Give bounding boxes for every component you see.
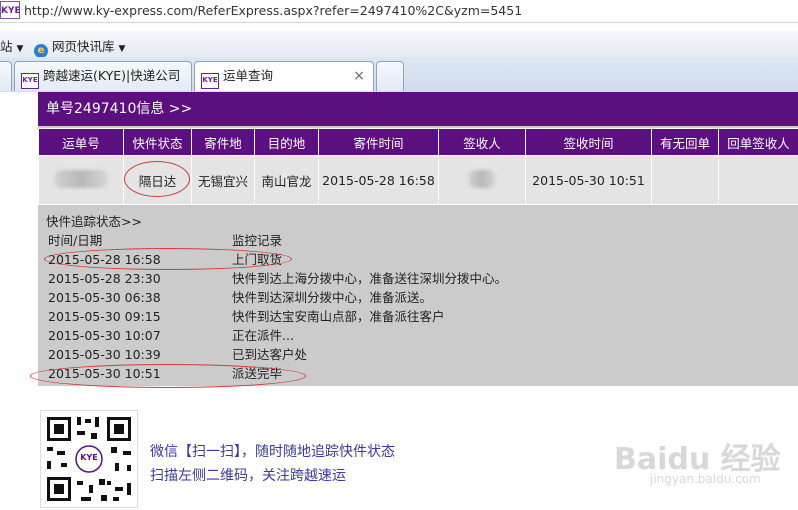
blurred-waybill-no [55, 170, 107, 188]
tab-bar: KYE 跨越速运(KYE)|快递公司 KYE 运单查询 × [0, 57, 798, 93]
event-time: 2015-05-30 10:07 [48, 326, 228, 345]
col-header: 回单签收人 [719, 129, 798, 156]
chevron-down-icon: ▼ [119, 44, 126, 54]
tracking-event-row: 2015-05-28 23:30 快件到达上海分拨中心，准备送往深圳分拨中心。 [46, 269, 546, 288]
chevron-down-icon: ▼ [17, 44, 24, 54]
kye-logo-icon: KYE [21, 73, 39, 89]
annotation-ellipse-pickup [44, 248, 292, 270]
tracking-header-row: 时间/日期 监控记录 [46, 231, 446, 250]
receipt-signer-cell [719, 156, 798, 205]
destination-cell: 南山官龙 [255, 156, 319, 205]
qr-code: KYE [40, 410, 138, 508]
col-header: 签收时间 [526, 129, 652, 156]
page-content: 单号2497410信息 >> 运单号 快件状态 寄件地 目的地 寄件时间 签收人… [0, 92, 798, 509]
kye-logo-icon: KYE [201, 73, 219, 89]
site-favicon-icon: KYE [0, 1, 20, 19]
web-slice-gallery-label: 网页快讯库 [52, 39, 115, 54]
tracking-title: 快件追踪状态>> [46, 212, 142, 231]
signer-cell [439, 156, 526, 205]
waybill-header: 单号2497410信息 >> [38, 92, 798, 126]
tracking-col-time: 时间/日期 [48, 231, 228, 250]
tracking-col-record: 监控记录 [232, 231, 282, 250]
waybill-header-text: 单号2497410信息 >> [46, 101, 192, 117]
annotation-ellipse-delivered [30, 364, 306, 388]
tracking-event-row: 2015-05-30 09:15 快件到达宝安南山点部，准备派往客户 [46, 307, 546, 326]
favorites-left-label: 站 [0, 39, 13, 54]
col-header: 快件状态 [124, 129, 192, 156]
close-icon[interactable]: × [353, 62, 365, 90]
favorites-bar: 站 ▼ e 网页快讯库 ▼ [0, 31, 798, 58]
col-header: 签收人 [439, 129, 526, 156]
favorites-left-item[interactable]: 站 ▼ [0, 36, 23, 55]
event-time: 2015-05-30 09:15 [48, 307, 228, 326]
col-header: 寄件时间 [319, 129, 439, 156]
event-desc: 快件到达宝安南山点部，准备派往客户 [232, 307, 445, 326]
waybill-no-cell [39, 156, 124, 205]
web-slice-gallery-item[interactable]: e 网页快讯库 ▼ [34, 36, 125, 58]
event-desc: 正在派件... [232, 326, 294, 345]
tab-kye-home[interactable]: KYE 跨越速运(KYE)|快递公司 [14, 61, 192, 91]
wechat-line-1: 微信【扫一扫】，随时随地追踪快件状态 [150, 440, 395, 464]
tab-label: 跨越速运(KYE)|快递公司 [43, 68, 180, 83]
col-header: 运单号 [39, 129, 124, 156]
tab-waybill-query[interactable]: KYE 运单查询 × [194, 61, 374, 91]
event-desc: 快件到达上海分拨中心，准备送往深圳分拨中心。 [232, 269, 507, 288]
origin-cell: 无锡宜兴 [192, 156, 255, 205]
tab-label: 运单查询 [223, 68, 273, 83]
col-header: 目的地 [255, 129, 319, 156]
wechat-line-2: 扫描左侧二维码，关注跨越速运 [150, 464, 395, 488]
event-time: 2015-05-28 23:30 [48, 269, 228, 288]
sign-time-cell: 2015-05-30 10:51 [526, 156, 652, 205]
watermark-url: jingyan.baidu.com [650, 472, 761, 486]
blurred-signer [469, 170, 495, 188]
qr-logo: KYE [77, 453, 101, 462]
address-bar[interactable]: KYE http://www.ky-express.com/ReferExpre… [0, 0, 798, 23]
col-header: 寄件地 [192, 129, 255, 156]
table-header-row: 运单号 快件状态 寄件地 目的地 寄件时间 签收人 签收时间 有无回单 回单签收… [39, 129, 798, 156]
tracking-event-row: 2015-05-30 10:07 正在派件... [46, 326, 546, 345]
tab-hidden-left[interactable] [0, 61, 12, 91]
tracking-event-row: 2015-05-30 06:38 快件到达深圳分拨中心，准备派送。 [46, 288, 546, 307]
wechat-promo: 微信【扫一扫】，随时随地追踪快件状态 扫描左侧二维码，关注跨越速运 [150, 440, 395, 488]
col-header: 有无回单 [652, 129, 719, 156]
receipt-cell [652, 156, 719, 205]
send-time-cell: 2015-05-28 16:58 [319, 156, 439, 205]
ie-icon: e [34, 44, 48, 58]
event-time: 2015-05-30 06:38 [48, 288, 228, 307]
url-text[interactable]: http://www.ky-express.com/ReferExpress.a… [24, 3, 522, 18]
event-time: 2015-05-30 10:39 [48, 345, 228, 364]
new-tab-button[interactable] [376, 61, 404, 91]
annotation-circle-status [124, 161, 190, 197]
event-desc: 已到达客户处 [232, 345, 307, 364]
event-desc: 快件到达深圳分拨中心，准备派送。 [232, 288, 432, 307]
tracking-event-row: 2015-05-30 10:39 已到达客户处 [46, 345, 546, 364]
